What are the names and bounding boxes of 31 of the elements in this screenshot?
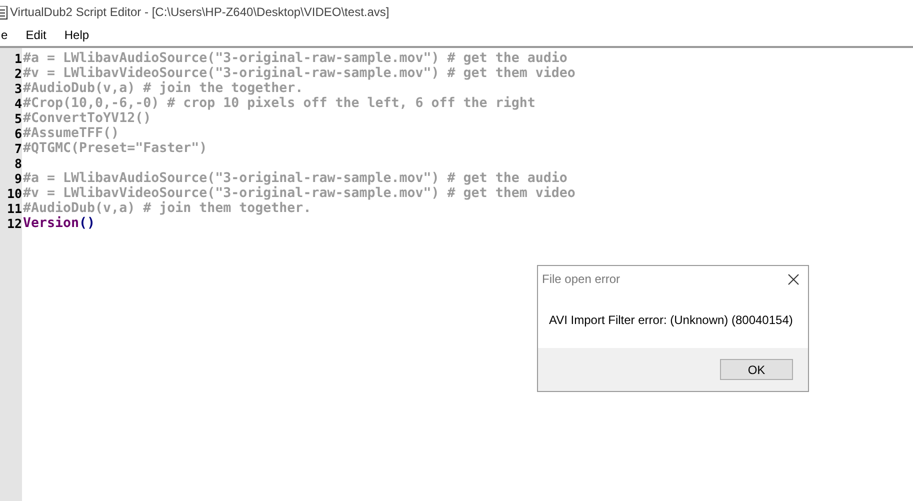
line-number: 1 xyxy=(13,51,22,66)
line-number: 8 xyxy=(13,156,22,171)
line-number: 2 xyxy=(13,66,22,81)
code-line: #AssumeTFF() xyxy=(23,126,120,141)
code-line: #QTGMC(Preset="Faster") xyxy=(23,141,208,156)
line-number: 11 xyxy=(6,201,22,216)
menu-item[interactable]: e xyxy=(0,28,10,42)
code-line: #AudioDub(v,a) # join the together. xyxy=(23,81,304,96)
code-line: #Crop(10,0,-6,-0) # crop 10 pixels off the left, 6 off the right xyxy=(23,96,536,111)
window-title: VirtualDub2 Script Editor - [C:\Users\HP-Z640\Desktop\VIDEO\test.avs] xyxy=(10,5,390,19)
close-icon[interactable] xyxy=(788,274,799,284)
code-line: #AudioDub(v,a) # join them together. xyxy=(23,201,312,216)
line-number: 3 xyxy=(13,81,22,96)
code-line: #a = LWlibavAudioSource("3-original-raw-sample.mov") # get the audio xyxy=(23,51,568,66)
code-line: #ConvertToYV12() xyxy=(23,111,152,126)
dialog-title: File open error xyxy=(542,272,620,286)
code-line: Version() xyxy=(23,216,96,231)
code-line: #a = LWlibavAudioSource("3-original-raw-sample.mov") # get the audio xyxy=(23,171,568,186)
menu-item[interactable]: Edit xyxy=(24,28,48,42)
line-number: 7 xyxy=(13,141,22,156)
line-number: 6 xyxy=(13,126,22,141)
ok-button[interactable]: OK xyxy=(720,359,793,380)
line-number: 4 xyxy=(13,96,22,111)
code-line: #v = LWlibavVideoSource("3-original-raw-sample.mov") # get them video xyxy=(23,186,576,201)
line-number: 5 xyxy=(13,111,22,126)
line-number: 9 xyxy=(13,171,22,186)
error-message: AVI Import Filter error: (Unknown) (80040154) xyxy=(549,313,793,327)
line-number: 10 xyxy=(6,186,22,201)
line-number: 12 xyxy=(6,216,22,231)
menu-item[interactable]: Help xyxy=(62,28,92,42)
code-line: #v = LWlibavVideoSource("3-original-raw-sample.mov") # get them video xyxy=(23,66,576,81)
